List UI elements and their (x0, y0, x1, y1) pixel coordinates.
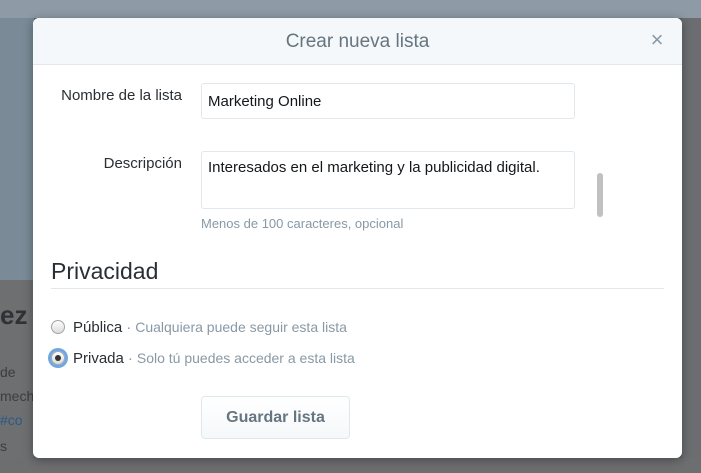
background-header (0, 0, 701, 18)
private-radio[interactable] (51, 351, 65, 365)
background-text-fragment: s (0, 438, 7, 454)
privacy-option-private[interactable]: Privada · Solo tú puedes acceder a esta … (51, 347, 355, 369)
description-hint: Menos de 100 caracteres, opcional (201, 216, 404, 231)
background-text-fragment: #co (0, 412, 23, 428)
save-list-button[interactable]: Guardar lista (201, 396, 350, 439)
close-icon[interactable]: × (647, 28, 667, 52)
public-option-description: Cualquiera puede seguir esta lista (135, 319, 347, 335)
private-option-label: Privada (73, 349, 124, 367)
description-scrollbar[interactable] (597, 173, 603, 217)
public-radio[interactable] (51, 320, 65, 334)
list-name-label: Nombre de la lista (61, 87, 182, 104)
background-text-fragment: de (0, 364, 16, 380)
option-separator: · (126, 318, 132, 336)
dialog-title: Crear nueva lista (285, 31, 430, 52)
dialog-header: Crear nueva lista × (33, 18, 682, 65)
background-text-fragment: mech (0, 388, 35, 404)
description-textarea[interactable]: Interesados en el marketing y la publici… (201, 151, 575, 209)
background-left-panel (0, 18, 34, 280)
background-bottom (0, 458, 701, 473)
option-separator: · (127, 349, 133, 367)
description-label: Descripción (103, 155, 182, 172)
public-option-label: Pública (73, 318, 123, 336)
background-right-panel (682, 18, 701, 473)
privacy-option-public[interactable]: Pública · Cualquiera puede seguir esta l… (51, 316, 347, 338)
background-text-fragment: ez (0, 300, 28, 330)
list-name-input[interactable] (201, 83, 575, 119)
privacy-divider (51, 288, 664, 289)
create-list-dialog: Crear nueva lista × Nombre de la lista D… (33, 18, 682, 458)
privacy-section-title: Privacidad (51, 258, 159, 284)
private-option-description: Solo tú puedes acceder a esta lista (136, 350, 355, 366)
